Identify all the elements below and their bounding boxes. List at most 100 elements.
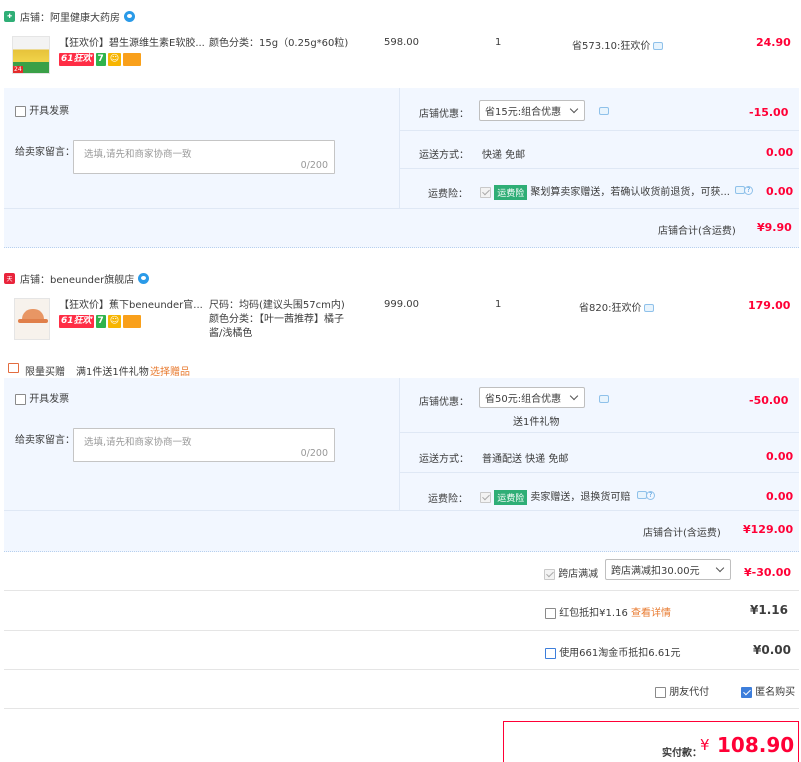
- friend-pay-checkbox[interactable]: [655, 686, 666, 698]
- shipping-label: 运送方式：: [419, 454, 469, 465]
- message-char-count: 0/200: [300, 160, 328, 171]
- chevron-down-icon: [569, 391, 579, 401]
- invoice-option[interactable]: 开具发票: [15, 390, 69, 405]
- store-total-label: 店铺合计(含运费): [643, 528, 721, 539]
- insurance-checkbox: [480, 186, 491, 198]
- divider: [4, 510, 799, 511]
- shipping-amount: 0.00: [766, 450, 794, 463]
- cross-store-label: 跨店满减: [558, 569, 599, 580]
- item-subtotal: 24.90: [756, 36, 791, 49]
- item-subtotal: 179.00: [748, 299, 791, 312]
- anonymous-label: 匿名购买: [755, 687, 796, 698]
- product-tags: 61狂欢 7 ☺: [59, 53, 143, 66]
- redpacket-option[interactable]: 红包抵扣¥1.16 查看详情: [545, 604, 671, 619]
- tip-icon[interactable]: [644, 304, 655, 312]
- tip-icon[interactable]: [653, 42, 664, 50]
- tag-61-sale: 61狂欢: [59, 315, 94, 328]
- divider: [4, 630, 799, 631]
- tag-badge-icon: ☺: [107, 315, 122, 328]
- gift-icon: [8, 363, 19, 373]
- insurance-option: 运费险 卖家赠送，退换货可赔: [480, 488, 630, 505]
- divider: [4, 669, 799, 670]
- shipping-value: 快递 免邮: [482, 150, 526, 161]
- discount-info: 省573.10:狂欢价: [572, 37, 664, 52]
- divider: [4, 208, 799, 209]
- store-name[interactable]: 店铺：beneunder旗舰店: [20, 271, 134, 286]
- sku-size: 尺码：均码(建议头围57cm内): [209, 300, 345, 311]
- gift-label: 限量买赠: [25, 367, 65, 378]
- discount-info: 省820:狂欢价: [579, 299, 655, 314]
- store-name[interactable]: 店铺：阿里健康大药房: [20, 9, 120, 24]
- shipping-label: 运送方式：: [419, 150, 469, 161]
- invoice-checkbox[interactable]: [15, 393, 26, 405]
- chevron-down-icon: [569, 104, 579, 114]
- shipping-amount: 0.00: [766, 146, 794, 159]
- invoice-option[interactable]: 开具发票: [15, 102, 69, 117]
- cross-store-select[interactable]: 跨店满减扣30.00元: [605, 559, 731, 580]
- anonymous-option[interactable]: 匿名购买: [741, 683, 795, 698]
- coins-checkbox[interactable]: [545, 647, 556, 659]
- promo-label: 店铺优惠：: [419, 397, 469, 408]
- insurance-amount: 0.00: [766, 490, 794, 503]
- thumb-price-badge: 24: [13, 66, 23, 73]
- help-icon[interactable]: ?: [646, 491, 655, 500]
- store-total-value: ¥9.90: [757, 221, 792, 234]
- product-thumbnail[interactable]: 24: [12, 36, 50, 74]
- chat-icon[interactable]: [124, 10, 135, 22]
- gift-text: 满1件送1件礼物: [76, 367, 149, 378]
- promo-select[interactable]: 省50元:组合优惠: [479, 387, 585, 408]
- message-label: 给卖家留言：: [15, 435, 75, 446]
- message-placeholder: 选填,请先和商家协商一致: [84, 149, 192, 160]
- product-title[interactable]: 【狂欢价】蕉下beneunder官...: [59, 299, 209, 313]
- actual-payment-label: 实付款：: [662, 748, 702, 759]
- help-icon[interactable]: ?: [744, 186, 753, 195]
- hat-brim: [18, 319, 48, 323]
- insurance-text: 聚划算卖家赠送，若确认收货前退货，可获...: [530, 187, 730, 198]
- promo-sub-text: 送1件礼物: [513, 417, 560, 428]
- order-summary: 跨店满减 跨店满减扣30.00元 ¥-30.00 红包抵扣¥1.16 查看详情 …: [4, 552, 799, 762]
- select-gift-link[interactable]: 选择赠品: [150, 363, 190, 378]
- store-icon: ✚: [4, 10, 15, 22]
- promo-tip-icon[interactable]: [599, 107, 609, 115]
- friend-pay-option[interactable]: 朋友代付: [655, 683, 709, 698]
- store-total-value: ¥129.00: [743, 523, 794, 536]
- anonymous-checkbox[interactable]: [741, 686, 752, 698]
- divider: [400, 168, 799, 169]
- actual-currency: ¥: [700, 736, 710, 754]
- sku-color-cont: 酱/浅橘色: [209, 328, 253, 339]
- actual-payment-value: 108.90: [717, 733, 795, 757]
- message-label: 给卖家留言：: [15, 147, 75, 158]
- insurance-label: 运费险：: [428, 494, 468, 505]
- promo-amount: -15.00: [749, 106, 789, 119]
- product-title[interactable]: 【狂欢价】碧生源维生素E软胶...: [59, 37, 209, 51]
- store-total-label: 店铺合计(含运费): [658, 226, 736, 237]
- redpacket-detail-link[interactable]: 查看详情: [631, 608, 671, 619]
- insurance-amount: 0.00: [766, 185, 794, 198]
- cross-store-option: 跨店满减: [544, 565, 598, 580]
- insurance-label: 运费险：: [428, 189, 468, 200]
- message-placeholder: 选填,请先和商家协商一致: [84, 437, 192, 448]
- insurance-option: 运费险 聚划算卖家赠送，若确认收货前退货，可获...: [480, 183, 730, 200]
- product-thumbnail[interactable]: [14, 298, 50, 340]
- actual-payment-box: 实付款： ¥ 108.90: [503, 721, 799, 762]
- order-item: 24 【狂欢价】碧生源维生素E软胶... 61狂欢 7 ☺ 颜色分类：15g（0.2…: [4, 28, 799, 88]
- sku-color: 颜色分类：【叶一茜推荐】橘子: [209, 314, 344, 325]
- coins-label: 使用661淘金币抵扣6.61元: [559, 648, 681, 659]
- tag-7-day-return: 7: [95, 315, 106, 328]
- seller-message-input[interactable]: 选填,请先和商家协商一致 0/200: [73, 428, 335, 462]
- promo-tip-icon[interactable]: [599, 395, 609, 403]
- chat-icon[interactable]: [138, 272, 150, 284]
- insurance-text: 卖家赠送，退换货可赔: [530, 492, 631, 503]
- store-header: 天 店铺：beneunder旗舰店: [4, 268, 150, 288]
- tag-7-day-return: 7: [95, 53, 106, 66]
- coins-option[interactable]: 使用661淘金币抵扣6.61元: [545, 644, 681, 659]
- seller-message-input[interactable]: 选填,请先和商家协商一致 0/200: [73, 140, 335, 174]
- divider: [400, 130, 799, 131]
- product-sku: 尺码：均码(建议头围57cm内) 颜色分类：【叶一茜推荐】橘子 酱/浅橘色: [209, 299, 359, 341]
- promo-select-value: 省15元:组合优惠: [485, 107, 562, 118]
- invoice-checkbox[interactable]: [15, 105, 26, 117]
- shipping-value: 普通配送 快递 免邮: [482, 454, 569, 465]
- redpacket-checkbox[interactable]: [545, 607, 556, 619]
- tag-card-icon: [123, 53, 142, 66]
- promo-select[interactable]: 省15元:组合优惠: [479, 100, 585, 121]
